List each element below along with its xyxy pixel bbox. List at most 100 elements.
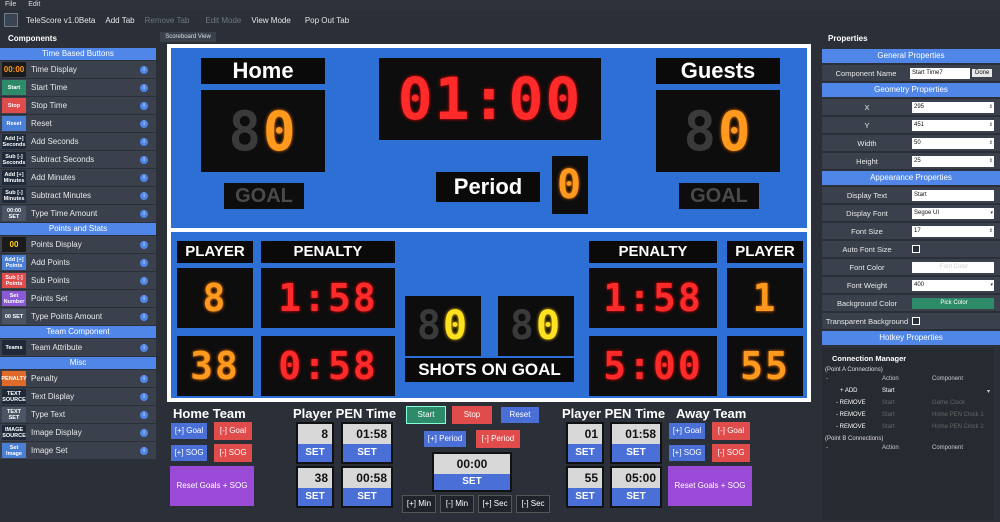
component-item[interactable]: PENALTY Penalty i: [0, 370, 156, 387]
remove-tab-button[interactable]: Remove Tab: [140, 16, 195, 25]
bg-color-button[interactable]: Pick Color: [912, 297, 994, 309]
menu-edit[interactable]: Edit: [23, 0, 45, 9]
info-icon[interactable]: i: [140, 137, 148, 146]
display-font-select[interactable]: Segoe UI ▾: [912, 207, 994, 219]
component-item[interactable]: 00 SET Type Points Amount i: [0, 308, 156, 325]
add-connection-button[interactable]: + ADD: [822, 388, 866, 394]
component-item[interactable]: TEXT SET Type Text i: [0, 406, 156, 423]
edit-mode-button[interactable]: Edit Mode: [200, 16, 246, 25]
component-name-input[interactable]: Start Time7: [910, 67, 970, 79]
x-spin-icon[interactable]: ⇕: [989, 102, 993, 113]
view-mode-button[interactable]: View Mode: [246, 16, 295, 25]
height-input[interactable]: 25 ⇕: [912, 155, 994, 167]
transparent-checkbox[interactable]: [912, 317, 920, 325]
component-item[interactable]: Sub [-] Seconds Subtract Seconds i: [0, 151, 156, 168]
add-sec-button[interactable]: [+] Sec: [478, 495, 512, 513]
remove-connection-button[interactable]: - REMOVE: [822, 400, 882, 406]
info-icon[interactable]: i: [140, 83, 148, 92]
info-icon[interactable]: i: [140, 410, 148, 419]
home-sub-goal-button[interactable]: [-] Goal: [214, 422, 252, 440]
home-sub-sog-button[interactable]: [-] SOG: [214, 444, 252, 462]
component-item[interactable]: Stop Stop Time i: [0, 97, 156, 114]
home-pen2-time-set-button[interactable]: SET: [343, 488, 391, 506]
component-item[interactable]: Teams Team Attribute i: [0, 339, 156, 356]
home-pen1-time-set-button[interactable]: SET: [343, 444, 391, 462]
display-text-input[interactable]: Start: [912, 189, 994, 201]
info-icon[interactable]: i: [140, 258, 148, 267]
component-item[interactable]: Set Image Image Set i: [0, 442, 156, 459]
add-action-select[interactable]: Start: [882, 388, 938, 394]
info-icon[interactable]: i: [140, 101, 148, 110]
component-item[interactable]: Start Start Time i: [0, 79, 156, 96]
home-pen1-player-set-button[interactable]: SET: [298, 444, 332, 462]
sub-sec-button[interactable]: [-] Sec: [516, 495, 550, 513]
time-set-button[interactable]: SET: [434, 474, 510, 490]
away-pen2-time-set-button[interactable]: SET: [612, 488, 660, 506]
home-pen1-player-input[interactable]: 8: [298, 424, 332, 444]
component-item[interactable]: 00:00 Time Display i: [0, 61, 156, 78]
away-pen1-player-set-button[interactable]: SET: [568, 444, 602, 462]
away-add-goal-button[interactable]: [+] Goal: [668, 422, 706, 440]
away-pen1-time-input[interactable]: 01:58: [612, 424, 660, 444]
reset-button[interactable]: Reset: [500, 406, 540, 424]
font-color-button[interactable]: Font Color: [912, 261, 994, 273]
home-add-sog-button[interactable]: [+] SOG: [170, 444, 208, 462]
component-item[interactable]: 00 Points Display i: [0, 236, 156, 253]
home-pen2-player-set-button[interactable]: SET: [298, 488, 332, 506]
component-item[interactable]: Add [+] Seconds Add Seconds i: [0, 133, 156, 150]
stop-button[interactable]: Stop: [452, 406, 492, 424]
pop-out-tab-button[interactable]: Pop Out Tab: [300, 16, 354, 25]
away-pen2-player-set-button[interactable]: SET: [568, 488, 602, 506]
component-item[interactable]: Sub [-] Minutes Subtract Minutes i: [0, 187, 156, 204]
info-icon[interactable]: i: [140, 428, 148, 437]
component-item[interactable]: 00:00 SET Type Time Amount i: [0, 205, 156, 222]
away-sub-goal-button[interactable]: [-] Goal: [712, 422, 750, 440]
width-spin-icon[interactable]: ⇕: [989, 138, 993, 149]
home-add-goal-button[interactable]: [+] Goal: [170, 422, 208, 440]
add-tab-button[interactable]: Add Tab: [100, 16, 139, 25]
info-icon[interactable]: i: [140, 191, 148, 200]
component-item[interactable]: Sub [-] Points Sub Points i: [0, 272, 156, 289]
sub-min-button[interactable]: [-] Min: [440, 495, 474, 513]
component-item[interactable]: Reset Reset i: [0, 115, 156, 132]
info-icon[interactable]: i: [140, 65, 148, 74]
home-pen2-player-input[interactable]: 38: [298, 468, 332, 488]
menu-file[interactable]: File: [0, 0, 21, 9]
component-name-done-button[interactable]: Done: [972, 69, 993, 77]
home-reset-goals-button[interactable]: Reset Goals + SOG: [170, 466, 254, 506]
info-icon[interactable]: i: [140, 119, 148, 128]
y-spin-icon[interactable]: ⇕: [989, 120, 993, 131]
away-add-sog-button[interactable]: [+] SOG: [668, 444, 706, 462]
x-input[interactable]: 295 ⇕: [912, 101, 994, 113]
remove-connection-button[interactable]: - REMOVE: [822, 424, 882, 430]
away-pen2-player-input[interactable]: 55: [568, 468, 602, 488]
home-pen1-time-input[interactable]: 01:58: [343, 424, 391, 444]
component-item[interactable]: Add [+] Minutes Add Minutes i: [0, 169, 156, 186]
away-pen1-time-set-button[interactable]: SET: [612, 444, 660, 462]
start-button[interactable]: Start: [406, 406, 446, 424]
component-item[interactable]: IMAGE SOURCE Image Display i: [0, 424, 156, 441]
width-input[interactable]: 50 ⇕: [912, 137, 994, 149]
remove-connection-button[interactable]: - REMOVE: [822, 412, 882, 418]
info-icon[interactable]: i: [140, 240, 148, 249]
component-item[interactable]: TEXT SOURCE Text Display i: [0, 388, 156, 405]
info-icon[interactable]: i: [140, 173, 148, 182]
away-pen2-time-input[interactable]: 05:00: [612, 468, 660, 488]
auto-font-checkbox[interactable]: [912, 245, 920, 253]
time-input[interactable]: 00:00: [434, 454, 510, 474]
tab-scoreboard-view[interactable]: Scoreboard View: [160, 32, 216, 42]
component-item[interactable]: Add [+] Points Add Points i: [0, 254, 156, 271]
info-icon[interactable]: i: [140, 276, 148, 285]
away-sub-sog-button[interactable]: [-] SOG: [712, 444, 750, 462]
info-icon[interactable]: i: [140, 209, 148, 218]
away-pen1-player-input[interactable]: 01: [568, 424, 602, 444]
info-icon[interactable]: i: [140, 312, 148, 321]
info-icon[interactable]: i: [140, 392, 148, 401]
font-size-input[interactable]: 17 ⇕: [912, 225, 994, 237]
home-pen2-time-input[interactable]: 00:58: [343, 468, 391, 488]
info-icon[interactable]: i: [140, 446, 148, 455]
add-period-button[interactable]: [+] Period: [423, 430, 467, 448]
away-reset-goals-button[interactable]: Reset Goals + SOG: [668, 466, 752, 506]
sub-period-button[interactable]: [-] Period: [476, 430, 520, 448]
add-min-button[interactable]: [+] Min: [402, 495, 436, 513]
